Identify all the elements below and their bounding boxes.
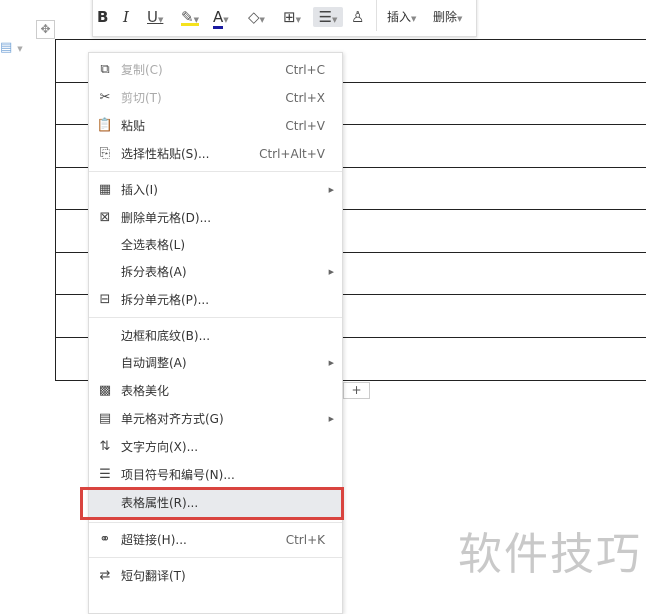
borders-button[interactable]: ⊞▼ [283, 7, 301, 27]
submenu-arrow-icon: ▶ [328, 268, 334, 276]
table-move-handle-icon[interactable]: ✥ [36, 20, 55, 39]
menu-item[interactable]: ▩ 表格美化 [89, 377, 342, 405]
list-icon: ☰ [99, 467, 111, 482]
menu-item[interactable]: 边框和底纹(B)... [89, 322, 342, 350]
italic-button[interactable]: I [123, 7, 129, 27]
menu-item[interactable]: ⊟ 拆分单元格(P)... [89, 286, 342, 314]
align-button[interactable]: ☰▼ [313, 7, 343, 27]
menu-item[interactable]: 全选表格(L) [89, 231, 342, 259]
bold-button[interactable]: B [97, 7, 108, 27]
menu-item[interactable]: ⚭ 超链接(H)... Ctrl+K [89, 526, 342, 554]
menu-item-label: 边框和底纹(B)... [121, 329, 211, 343]
menu-item-label: 表格美化 [121, 384, 170, 398]
menu-item-label: 剪切(T) [121, 91, 162, 105]
font-color-label: A [213, 8, 224, 29]
floating-toolbar: B I U▼ ✎▼ A▼ ◇▼ ⊞▼ ☰▼ ♙ 插入▼ 删除▼ [92, 0, 477, 37]
translate-icon: ⇄ [99, 568, 111, 583]
context-menu: ⧉ 复制(C) Ctrl+C ✂ 剪切(T) Ctrl+X 📋 粘贴 Ctrl+V ⎘ 选择性粘贴(… [88, 52, 343, 614]
menu-item[interactable]: ⇄ 短句翻译(T) [89, 562, 342, 590]
menu-item-shortcut: Ctrl+K [285, 533, 325, 547]
highlight-annotation-box [80, 487, 344, 520]
paste-icon: 📋 [96, 118, 114, 133]
menu-item[interactable]: ⊠ 删除单元格(D)... [89, 204, 342, 232]
cut-icon: ✂ [99, 90, 111, 105]
menu-item[interactable]: 拆分表格(A) ▶ [89, 258, 342, 286]
link-icon: ⚭ [99, 532, 111, 547]
format-painter-icon[interactable]: ♙ [351, 7, 364, 27]
submenu-arrow-icon: ▶ [328, 415, 334, 423]
align-icon: ▤ [98, 411, 112, 426]
menu-item[interactable]: ⧉ 复制(C) Ctrl+C [89, 56, 342, 84]
underline-label: U [147, 8, 158, 26]
shading-button[interactable]: ◇▼ [248, 7, 265, 27]
menu-item-shortcut: Ctrl+C [285, 63, 325, 77]
submenu-arrow-icon: ▶ [328, 186, 334, 194]
menu-item-label: 单元格对齐方式(G) [121, 412, 224, 426]
font-color-button[interactable]: A▼ [213, 7, 229, 29]
menu-item-shortcut: Ctrl+Alt+V [259, 147, 325, 161]
divider [376, 0, 377, 31]
menu-item[interactable]: 📋 粘贴 Ctrl+V [89, 112, 342, 140]
delete-cell-icon: ⊠ [99, 210, 111, 225]
menu-item-label: 插入(I) [121, 183, 158, 197]
insert-label: 插入 [387, 10, 412, 24]
menu-item[interactable]: ⎘ 选择性粘贴(S)... Ctrl+Alt+V [89, 140, 342, 168]
menu-item-label: 复制(C) [121, 63, 163, 77]
menu-separator [89, 522, 342, 523]
submenu-arrow-icon: ▶ [328, 359, 334, 367]
menu-item[interactable]: ✂ 剪切(T) Ctrl+X [89, 84, 342, 112]
split-cell-icon: ⊟ [99, 292, 111, 307]
menu-item-label: 项目符号和编号(N)... [121, 468, 235, 482]
highlight-button[interactable]: ✎▼ [181, 7, 199, 26]
menu-item-label: 文字方向(X)... [121, 440, 199, 454]
menu-item-label: 选择性粘贴(S)... [121, 147, 210, 161]
menu-separator [89, 557, 342, 558]
menu-separator [89, 317, 342, 318]
menu-item-label: 删除单元格(D)... [121, 211, 212, 225]
menu-item-label: 超链接(H)... [121, 533, 187, 547]
menu-item[interactable]: ☰ 项目符号和编号(N)... [89, 461, 342, 489]
delete-button[interactable]: 删除▼ [433, 7, 462, 27]
menu-item-shortcut: Ctrl+V [285, 119, 325, 133]
copy-icon: ⧉ [100, 62, 110, 77]
text-direction-icon: ⇅ [99, 439, 111, 454]
add-row-button[interactable]: + [343, 382, 370, 399]
menu-item[interactable]: 自动调整(A) ▶ [89, 349, 342, 377]
insert-button[interactable]: 插入▼ [387, 7, 416, 27]
table-border [55, 39, 56, 381]
menu-item[interactable]: ⇅ 文字方向(X)... [89, 433, 342, 461]
menu-item-label: 拆分单元格(P)... [121, 293, 210, 307]
menu-item-label: 短句翻译(T) [121, 569, 186, 583]
paste-special-icon: ⎘ [99, 146, 111, 161]
table-border [55, 39, 646, 40]
delete-label: 删除 [433, 10, 458, 24]
menu-item-label: 全选表格(L) [121, 238, 186, 252]
watermark: 软件技巧 [458, 529, 642, 580]
menu-separator [89, 171, 342, 172]
paragraph-icon[interactable]: ▤ ▼ [0, 40, 23, 55]
menu-item-label: 自动调整(A) [121, 356, 187, 370]
menu-item[interactable]: ▦ 插入(I) ▶ [89, 176, 342, 204]
menu-item[interactable]: ▤ 单元格对齐方式(G) ▶ [89, 405, 342, 433]
menu-item-label: 拆分表格(A) [121, 265, 187, 279]
menu-item-shortcut: Ctrl+X [285, 91, 325, 105]
table-style-icon: ▩ [98, 383, 112, 398]
table-insert-icon: ▦ [98, 182, 112, 197]
underline-button[interactable]: U▼ [147, 7, 163, 27]
menu-item-label: 粘贴 [121, 119, 146, 133]
